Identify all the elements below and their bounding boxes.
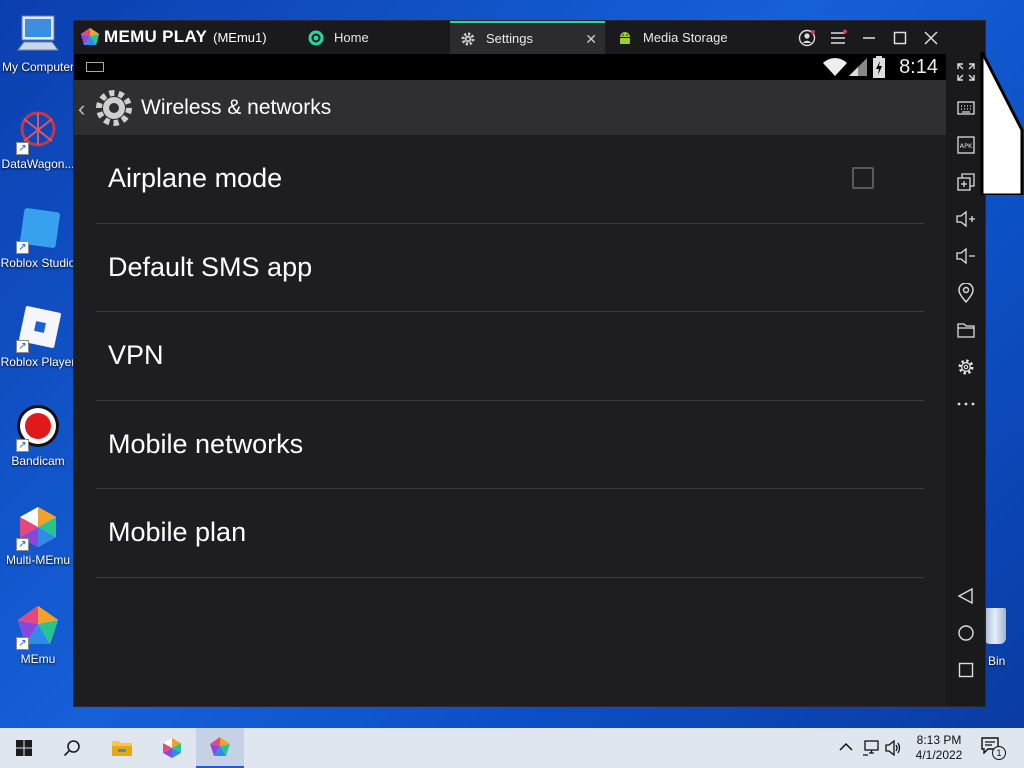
- desktop-icon-label: Roblox Player: [0, 355, 76, 369]
- desktop-icon-my-computer[interactable]: My Computer: [0, 10, 76, 74]
- android-screen: 8:14 ‹ Wireless & networks Airplane mode…: [74, 54, 946, 706]
- location-icon[interactable]: [955, 282, 977, 304]
- account-icon[interactable]: [796, 27, 818, 49]
- minimize-icon[interactable]: [858, 27, 880, 49]
- memu-icon: [210, 737, 230, 756]
- setting-airplane-mode[interactable]: Airplane mode: [96, 135, 924, 224]
- setting-vpn[interactable]: VPN: [96, 312, 924, 401]
- folder-icon[interactable]: [955, 319, 977, 341]
- home-nav-icon[interactable]: [955, 622, 977, 644]
- multi-window-icon[interactable]: [955, 171, 977, 193]
- battery-icon: [873, 56, 885, 78]
- memu-home-icon: [308, 30, 324, 46]
- more-icon[interactable]: [955, 393, 977, 415]
- signal-icon: [849, 58, 867, 76]
- recycle-bin-icon: [984, 608, 1006, 644]
- apk-icon[interactable]: APK: [955, 134, 977, 156]
- windows-start-icon[interactable]: [0, 728, 48, 768]
- close-tab-icon[interactable]: ✕: [585, 31, 597, 48]
- wifi-icon: [823, 58, 847, 76]
- keyboard-indicator-icon: [86, 62, 104, 72]
- memu-logo-icon: [81, 28, 99, 45]
- taskbar-time: 8:13 PM: [916, 733, 962, 747]
- title-bar: MEMU PLAY (MEmu1) Home Settings ✕ Media …: [74, 21, 985, 54]
- action-bar: ‹ Wireless & networks: [74, 80, 946, 135]
- brand-name: MEMU PLAY: [104, 27, 208, 46]
- search-icon[interactable]: [48, 728, 96, 768]
- setting-label: VPN: [108, 340, 164, 370]
- memu-icon: ↗: [14, 602, 62, 650]
- desktop-icon-multi-memu[interactable]: ↗ Multi-MEmu: [0, 503, 76, 567]
- android-status-bar: 8:14: [74, 54, 946, 80]
- settings-icon[interactable]: [955, 356, 977, 378]
- desktop-icon-datawagon[interactable]: ↗ DataWagon...: [0, 107, 76, 171]
- taskbar-memu[interactable]: [196, 728, 244, 768]
- taskbar-multi-memu[interactable]: [148, 728, 196, 768]
- airplane-mode-checkbox[interactable]: [852, 167, 874, 189]
- setting-label: Default SMS app: [108, 251, 313, 282]
- svg-text:APK: APK: [960, 142, 973, 150]
- desktop-icon-label: Multi-MEmu: [5, 553, 70, 567]
- multi-memu-icon: [163, 738, 181, 758]
- chevron-up-icon[interactable]: [839, 742, 853, 752]
- back-nav-icon[interactable]: [955, 585, 977, 607]
- computer-icon: [14, 10, 62, 58]
- recycle-bin-label: Bin: [988, 654, 1006, 668]
- setting-label: Mobile networks: [108, 428, 304, 459]
- setting-mobile-networks[interactable]: Mobile networks: [96, 401, 924, 489]
- status-clock: 8:14: [899, 56, 938, 78]
- settings-app-icon[interactable]: [94, 88, 134, 128]
- multi-memu-icon: ↗: [14, 503, 62, 551]
- keyboard-icon[interactable]: [955, 97, 977, 119]
- datawagon-icon: ↗: [14, 107, 62, 155]
- up-navigation-icon[interactable]: ‹: [78, 96, 85, 122]
- recents-nav-icon[interactable]: [955, 659, 977, 681]
- desktop-icon-memu[interactable]: ↗ MEmu: [0, 602, 76, 666]
- notification-center-icon[interactable]: 1: [980, 736, 1010, 762]
- setting-label: Mobile plan: [108, 517, 247, 547]
- setting-label: Airplane mode: [108, 163, 283, 193]
- setting-mobile-plan[interactable]: Mobile plan: [96, 489, 924, 578]
- tab-label: Home: [334, 30, 369, 45]
- settings-list: Airplane mode Default SMS app VPN Mobile…: [96, 135, 924, 578]
- bandicam-icon: ↗: [14, 404, 62, 452]
- desktop-icon-label: MEmu: [20, 652, 56, 666]
- tab-label: Settings: [486, 31, 533, 46]
- memu-logo: MEMU PLAY (MEmu1): [80, 27, 267, 47]
- desktop-icon-label: Roblox Studio: [0, 256, 76, 270]
- fullscreen-icon[interactable]: [955, 61, 977, 83]
- setting-default-sms-app[interactable]: Default SMS app: [96, 224, 924, 312]
- desktop-icon-label: My Computer: [1, 60, 75, 74]
- network-icon[interactable]: [862, 740, 880, 756]
- close-icon[interactable]: [920, 27, 942, 49]
- tab-media-storage[interactable]: Media Storage: [605, 21, 760, 54]
- windows-taskbar: 8:13 PM 4/1/2022 1: [0, 728, 1024, 768]
- menu-icon[interactable]: [827, 27, 849, 49]
- file-explorer-icon[interactable]: [98, 728, 146, 768]
- roblox-player-icon: ↗: [14, 305, 62, 353]
- roblox-studio-icon: ↗: [14, 206, 62, 254]
- speaker-icon[interactable]: [885, 740, 903, 756]
- desktop-icon-label: DataWagon...: [1, 157, 75, 171]
- taskbar-clock[interactable]: 8:13 PM 4/1/2022: [902, 733, 976, 763]
- tab-settings[interactable]: Settings ✕: [450, 21, 605, 54]
- volume-up-icon[interactable]: [955, 208, 977, 230]
- notification-count-badge: 1: [992, 746, 1006, 760]
- volume-down-icon[interactable]: [955, 245, 977, 267]
- android-icon: [617, 30, 633, 46]
- tab-home[interactable]: Home: [300, 21, 450, 54]
- page-title: Wireless & networks: [141, 96, 332, 119]
- memu-emulator-window: MEMU PLAY (MEmu1) Home Settings ✕ Media …: [73, 20, 986, 707]
- desktop-icon-label: Bandicam: [11, 454, 65, 468]
- desktop-icon-roblox-studio[interactable]: ↗ Roblox Studio: [0, 206, 76, 270]
- desktop-icon-bandicam[interactable]: ↗ Bandicam: [0, 404, 76, 468]
- taskbar-date: 4/1/2022: [915, 748, 963, 762]
- maximize-icon[interactable]: [889, 27, 911, 49]
- desktop-icon-roblox-player[interactable]: ↗ Roblox Player: [0, 305, 76, 369]
- tab-label: Media Storage: [643, 30, 728, 45]
- mouse-cursor-icon: [980, 51, 1024, 195]
- instance-name: (MEmu1): [213, 29, 267, 45]
- gear-icon: [460, 31, 476, 47]
